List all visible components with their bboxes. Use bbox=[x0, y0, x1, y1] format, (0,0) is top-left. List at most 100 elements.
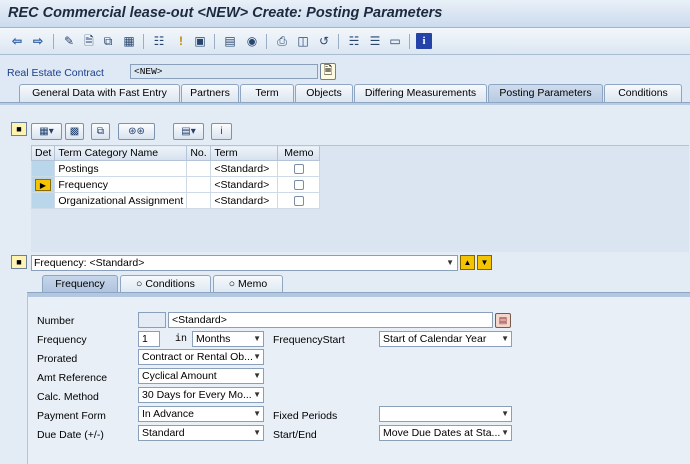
multi-object-icon[interactable]: ▦ bbox=[121, 33, 137, 49]
due-date-dropdown[interactable]: Standard ▼ bbox=[138, 425, 264, 441]
edit-pencil-icon[interactable]: ✎ bbox=[61, 33, 77, 49]
row-selector[interactable] bbox=[30, 192, 56, 209]
table-details-button[interactable]: ▦▾ bbox=[31, 123, 62, 140]
frequency-start-dropdown[interactable]: Start of Calendar Year ▼ bbox=[379, 331, 512, 347]
chevron-down-icon[interactable]: ▼ bbox=[253, 369, 261, 383]
memo-cell bbox=[277, 176, 321, 193]
toolbar-separator bbox=[266, 34, 267, 49]
table-info-icon[interactable]: i bbox=[211, 123, 232, 140]
tab-posting-parameters[interactable]: Posting Parameters bbox=[488, 84, 603, 102]
table-row[interactable]: Postings <Standard> bbox=[30, 160, 321, 177]
attach-icon[interactable]: ▤ bbox=[222, 33, 238, 49]
frequency-unit-dropdown[interactable]: Months ▼ bbox=[192, 331, 264, 347]
tab-memo-label: Memo bbox=[238, 278, 268, 290]
calc-method-value: 30 Days for Every Mo... bbox=[142, 389, 252, 401]
print-icon[interactable]: ⎙ bbox=[274, 33, 290, 49]
detail-select-icon[interactable]: ■ bbox=[11, 255, 27, 269]
info-icon[interactable]: i bbox=[416, 33, 432, 49]
memo-cell bbox=[277, 160, 321, 177]
prorated-value: Contract or Rental Ob... bbox=[142, 351, 253, 363]
tab-memo[interactable]: ○ Memo bbox=[213, 275, 283, 293]
select-all-icon[interactable]: ■ bbox=[11, 122, 27, 136]
layout-icon[interactable]: ☰ bbox=[367, 33, 383, 49]
print-preview-icon[interactable]: ◫ bbox=[295, 33, 311, 49]
chevron-down-icon[interactable]: ▼ bbox=[253, 332, 261, 346]
tab-detail-conditions-label: Conditions bbox=[145, 278, 195, 290]
number-cell bbox=[186, 160, 212, 177]
radio-icon: ○ bbox=[136, 278, 146, 290]
table-row[interactable]: ▶ Frequency <Standard> bbox=[30, 176, 321, 193]
forward-arrow-icon[interactable]: ⇨ bbox=[30, 33, 46, 49]
row-selector[interactable] bbox=[30, 160, 56, 177]
save-icon[interactable]: ▣ bbox=[192, 33, 208, 49]
chevron-down-icon[interactable]: ▼ bbox=[253, 407, 261, 421]
tab-partners[interactable]: Partners bbox=[181, 84, 239, 102]
amt-reference-dropdown[interactable]: Cyclical Amount ▼ bbox=[138, 368, 264, 384]
frequency-field[interactable]: 1 bbox=[138, 331, 160, 347]
chevron-down-icon[interactable]: ▼ bbox=[446, 256, 454, 270]
number-field[interactable] bbox=[138, 312, 166, 328]
back-arrow-icon[interactable]: ⇦ bbox=[9, 33, 25, 49]
memo-checkbox[interactable] bbox=[293, 179, 304, 190]
chevron-down-icon[interactable]: ▼ bbox=[501, 332, 509, 346]
memo-checkbox[interactable] bbox=[293, 163, 304, 174]
contract-label: Real Estate Contract bbox=[7, 67, 104, 79]
start-end-dropdown[interactable]: Move Due Dates at Sta... ▼ bbox=[379, 425, 512, 441]
column-header-term-category[interactable]: Term Category Name bbox=[54, 145, 188, 161]
tab-detail-conditions[interactable]: ○ Conditions bbox=[120, 275, 211, 293]
number-text-field[interactable]: <Standard> bbox=[168, 312, 493, 328]
undo-icon[interactable]: ↺ bbox=[316, 33, 332, 49]
table-delete-icon[interactable]: ▩ bbox=[65, 123, 84, 140]
tree-icon[interactable]: ☷ bbox=[151, 33, 167, 49]
screen-icon[interactable]: ▭ bbox=[387, 33, 403, 49]
window-title: REC Commercial lease-out <NEW> Create: P… bbox=[8, 5, 443, 21]
column-header-det: Det bbox=[30, 145, 56, 161]
column-header-no[interactable]: No. bbox=[186, 145, 212, 161]
tab-differing-measurements[interactable]: Differing Measurements bbox=[354, 84, 487, 102]
column-header-term[interactable]: Term bbox=[210, 145, 279, 161]
payment-form-dropdown[interactable]: In Advance ▼ bbox=[138, 406, 264, 422]
term-category-cell: Organizational Assignment bbox=[54, 192, 188, 209]
toolbar-separator bbox=[409, 34, 410, 49]
tab-term[interactable]: Term bbox=[240, 84, 294, 102]
toolbar-separator bbox=[214, 34, 215, 49]
alert-icon[interactable]: ! bbox=[173, 33, 189, 49]
previous-term-button[interactable]: ▲ bbox=[460, 255, 475, 270]
chevron-down-icon[interactable]: ▼ bbox=[501, 407, 509, 421]
new-document-icon[interactable]: 🗎 bbox=[81, 33, 97, 49]
prorated-dropdown[interactable]: Contract or Rental Ob... ▼ bbox=[138, 349, 264, 365]
link-icon[interactable]: ◉ bbox=[244, 33, 260, 49]
memo-checkbox[interactable] bbox=[293, 195, 304, 206]
term-cell: <Standard> bbox=[210, 160, 279, 177]
table-layout-button[interactable]: ▤▾ bbox=[173, 123, 204, 140]
history-icon[interactable]: ▤ bbox=[495, 313, 511, 328]
chevron-down-icon[interactable]: ▼ bbox=[253, 388, 261, 402]
tab-general-data[interactable]: General Data with Fast Entry bbox=[19, 84, 180, 102]
chevron-down-icon[interactable]: ▼ bbox=[501, 426, 509, 440]
frequency-term-dropdown[interactable]: Frequency: <Standard> ▼ bbox=[31, 255, 458, 271]
in-label: in bbox=[175, 334, 188, 345]
table-copy-icon[interactable]: ⧉ bbox=[91, 123, 110, 140]
tab-frequency[interactable]: Frequency bbox=[42, 275, 118, 293]
calc-method-dropdown[interactable]: 30 Days for Every Mo... ▼ bbox=[138, 387, 264, 403]
tab-conditions[interactable]: Conditions bbox=[604, 84, 682, 102]
frequency-unit-value: Months bbox=[196, 333, 231, 345]
details-arrow-icon[interactable]: ▶ bbox=[35, 179, 51, 191]
tab-objects[interactable]: Objects bbox=[295, 84, 353, 102]
contract-field[interactable]: <NEW> bbox=[130, 64, 318, 79]
document-icon[interactable]: 🗎 bbox=[320, 63, 336, 80]
table-row[interactable]: Organizational Assignment <Standard> bbox=[30, 192, 321, 209]
chevron-down-icon[interactable]: ▼ bbox=[253, 350, 261, 364]
row-selector[interactable]: ▶ bbox=[30, 176, 56, 193]
hierarchy-icon[interactable]: ☵ bbox=[346, 33, 362, 49]
chevron-down-icon[interactable]: ▼ bbox=[253, 426, 261, 440]
payment-form-value: In Advance bbox=[142, 408, 194, 420]
copy-icon[interactable]: ⧉ bbox=[100, 33, 116, 49]
next-term-button[interactable]: ▼ bbox=[477, 255, 492, 270]
detail-tabstrip: Frequency ○ Conditions ○ Memo bbox=[0, 274, 690, 293]
start-end-label: Start/End bbox=[273, 429, 317, 441]
column-header-memo[interactable]: Memo bbox=[277, 145, 321, 161]
table-find-button[interactable]: ⊛⊛ bbox=[118, 123, 155, 140]
main-tabstrip: General Data with Fast Entry Partners Te… bbox=[0, 84, 690, 102]
fixed-periods-dropdown[interactable]: ▼ bbox=[379, 406, 512, 422]
